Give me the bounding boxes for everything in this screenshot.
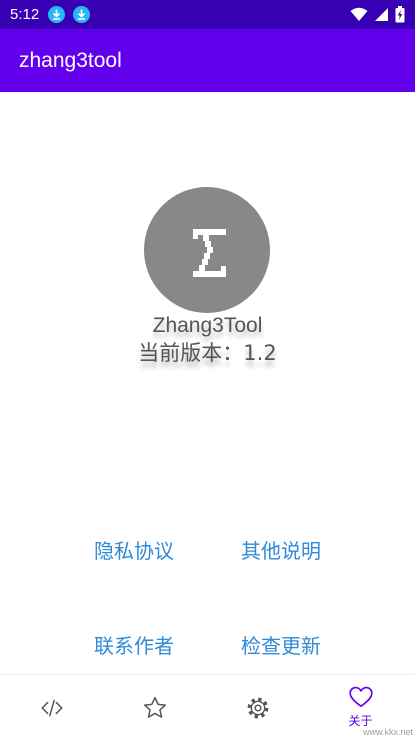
download-icon (48, 6, 65, 23)
nav-item-favorites[interactable] (103, 675, 206, 739)
z-logo-icon (193, 229, 226, 277)
status-time: 5:12 (10, 6, 40, 23)
other-notes-link[interactable]: 其他说明 (226, 537, 336, 565)
nav-item-settings[interactable] (206, 675, 309, 739)
app-bar: zhang3tool (0, 29, 415, 92)
watermark: www.kkx.net (362, 727, 413, 737)
battery-charging-icon (395, 6, 405, 23)
status-icons (350, 4, 405, 25)
check-update-link[interactable]: 检查更新 (226, 632, 336, 660)
app-logo (144, 187, 270, 313)
star-icon (143, 696, 167, 718)
heart-icon (349, 686, 373, 708)
version-label: 当前版本： (138, 341, 244, 365)
nav-item-code[interactable] (0, 675, 103, 739)
version-line: 当前版本：1.2 (0, 339, 415, 367)
app-name: Zhang3Tool (152, 314, 263, 337)
wifi-icon (350, 7, 368, 21)
version-number: 1.2 (243, 341, 277, 365)
signal-icon (375, 8, 388, 21)
gear-icon (247, 697, 269, 719)
download-icon (73, 6, 90, 23)
code-icon (41, 699, 63, 717)
status-bar: 5:12 (0, 0, 415, 29)
contact-author-link[interactable]: 联系作者 (79, 632, 189, 660)
bottom-nav: 关于 www.kkx.net (0, 674, 415, 738)
privacy-policy-link[interactable]: 隐私协议 (79, 537, 189, 565)
app-title: zhang3tool (19, 49, 122, 72)
